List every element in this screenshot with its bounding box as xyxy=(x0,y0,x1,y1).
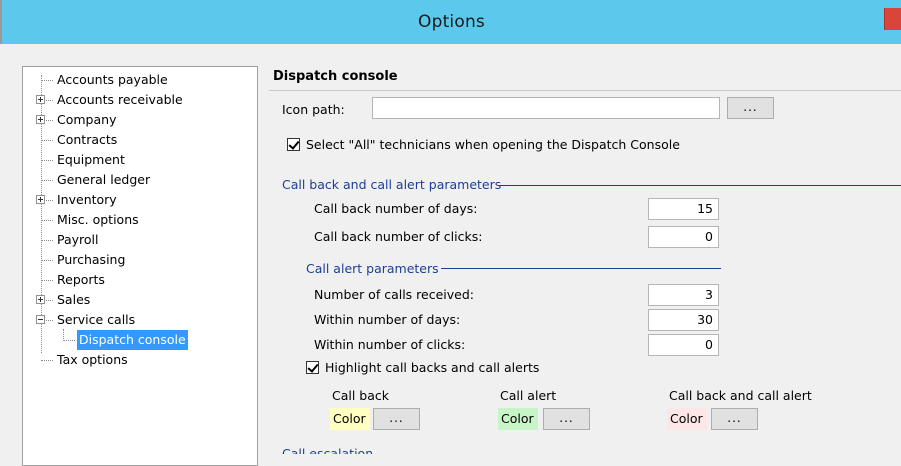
tree-item-accounts-receivable[interactable]: Accounts receivable xyxy=(23,90,257,110)
expand-icon[interactable] xyxy=(36,195,45,204)
collapse-icon[interactable] xyxy=(36,315,45,324)
alert-group-line xyxy=(441,268,721,269)
callalert-color-heading: Call alert xyxy=(500,388,557,403)
icon-path-label: Icon path: xyxy=(282,102,345,117)
tree-item-payroll[interactable]: Payroll xyxy=(23,230,257,250)
alert-clicks-input[interactable]: 0 xyxy=(648,334,719,356)
section-title: Dispatch console xyxy=(273,69,398,84)
tree-item-company[interactable]: Company xyxy=(23,110,257,130)
calls-received-input[interactable]: 3 xyxy=(648,284,719,306)
callback-color-heading: Call back xyxy=(332,388,390,403)
callback-clicks-label: Call back number of clicks: xyxy=(314,229,483,244)
tree-item-reports[interactable]: Reports xyxy=(23,270,257,290)
tree-connector xyxy=(41,280,53,281)
tree-item-inventory[interactable]: Inventory xyxy=(23,190,257,210)
expand-icon[interactable] xyxy=(36,295,45,304)
tree-item-accounts-payable[interactable]: Accounts payable xyxy=(23,70,257,90)
options-tree[interactable]: Accounts payable Accounts receivable Compa… xyxy=(22,66,258,466)
tree-item-label: Accounts payable xyxy=(57,72,168,87)
tree-item-label: General ledger xyxy=(57,172,151,187)
tree-item-service-calls[interactable]: Service calls xyxy=(23,310,257,330)
tree-connector xyxy=(63,340,75,341)
calls-received-label: Number of calls received: xyxy=(314,287,474,302)
callalert-color-button[interactable]: ... xyxy=(543,408,590,430)
tree-connector xyxy=(41,140,53,141)
escalation-group-title: Call escalation xyxy=(282,446,374,454)
alert-days-input[interactable]: 30 xyxy=(648,309,719,331)
icon-path-browse-button[interactable]: ... xyxy=(727,97,774,119)
tree-item-label: Reports xyxy=(57,272,105,287)
tree-item-purchasing[interactable]: Purchasing xyxy=(23,250,257,270)
highlight-label: Highlight call backs and call alerts xyxy=(325,360,540,375)
callback-color-button[interactable]: ... xyxy=(373,408,420,430)
callback-days-input[interactable]: 15 xyxy=(648,198,719,220)
tree-item-label: Dispatch console xyxy=(77,330,188,350)
expand-icon[interactable] xyxy=(36,115,45,124)
alert-group-title: Call alert parameters xyxy=(306,261,439,276)
callback-days-label: Call back number of days: xyxy=(314,201,478,216)
tree-item-label: Accounts receivable xyxy=(57,92,183,107)
both-color-swatch: Color xyxy=(667,408,707,430)
alert-clicks-label: Within number of clicks: xyxy=(314,337,466,352)
tree-connector xyxy=(41,180,53,181)
both-color-heading: Call back and call alert xyxy=(669,388,812,403)
tree-connector xyxy=(41,220,53,221)
section-divider xyxy=(269,90,901,91)
expand-icon[interactable] xyxy=(36,95,45,104)
callback-group-line xyxy=(499,185,901,186)
title-bar[interactable]: Options xyxy=(0,0,901,44)
settings-panel: Dispatch console Icon path: ... Select "… xyxy=(269,66,901,454)
tree-connector xyxy=(41,80,53,81)
close-button[interactable] xyxy=(884,8,901,30)
tree-item-label: Purchasing xyxy=(57,252,126,267)
tree-connector xyxy=(41,360,53,361)
tree-item-label: Misc. options xyxy=(57,212,139,227)
callalert-color-swatch: Color xyxy=(498,408,538,430)
callback-clicks-input[interactable]: 0 xyxy=(648,226,719,248)
tree-item-label: Contracts xyxy=(57,132,118,147)
tree-item-general-ledger[interactable]: General ledger xyxy=(23,170,257,190)
tree-connector xyxy=(41,240,53,241)
tree-item-sales[interactable]: Sales xyxy=(23,290,257,310)
select-all-label: Select "All" technicians when opening th… xyxy=(306,137,680,152)
window-title: Options xyxy=(418,12,485,32)
both-color-button[interactable]: ... xyxy=(711,408,758,430)
tree-item-label: Sales xyxy=(57,292,91,307)
alert-days-label: Within number of days: xyxy=(314,312,461,327)
icon-path-input[interactable] xyxy=(372,97,720,119)
tree-item-equipment[interactable]: Equipment xyxy=(23,150,257,170)
tree-item-dispatch-console[interactable]: Dispatch console xyxy=(23,330,257,350)
tree-item-label: Payroll xyxy=(57,232,99,247)
tree-connector xyxy=(41,160,53,161)
tree-item-label: Tax options xyxy=(57,352,128,367)
tree-item-misc-options[interactable]: Misc. options xyxy=(23,210,257,230)
callback-color-swatch: Color xyxy=(330,408,370,430)
callback-group-title: Call back and call alert parameters xyxy=(282,177,502,192)
select-all-checkbox[interactable] xyxy=(287,138,300,151)
tree-item-label: Equipment xyxy=(57,152,125,167)
tree-item-label: Inventory xyxy=(57,192,117,207)
tree-item-contracts[interactable]: Contracts xyxy=(23,130,257,150)
tree-item-label: Service calls xyxy=(57,312,136,327)
tree-item-label: Company xyxy=(57,112,117,127)
highlight-checkbox[interactable] xyxy=(306,361,319,374)
tree-item-tax-options[interactable]: Tax options xyxy=(23,350,257,370)
tree-connector xyxy=(41,260,53,261)
